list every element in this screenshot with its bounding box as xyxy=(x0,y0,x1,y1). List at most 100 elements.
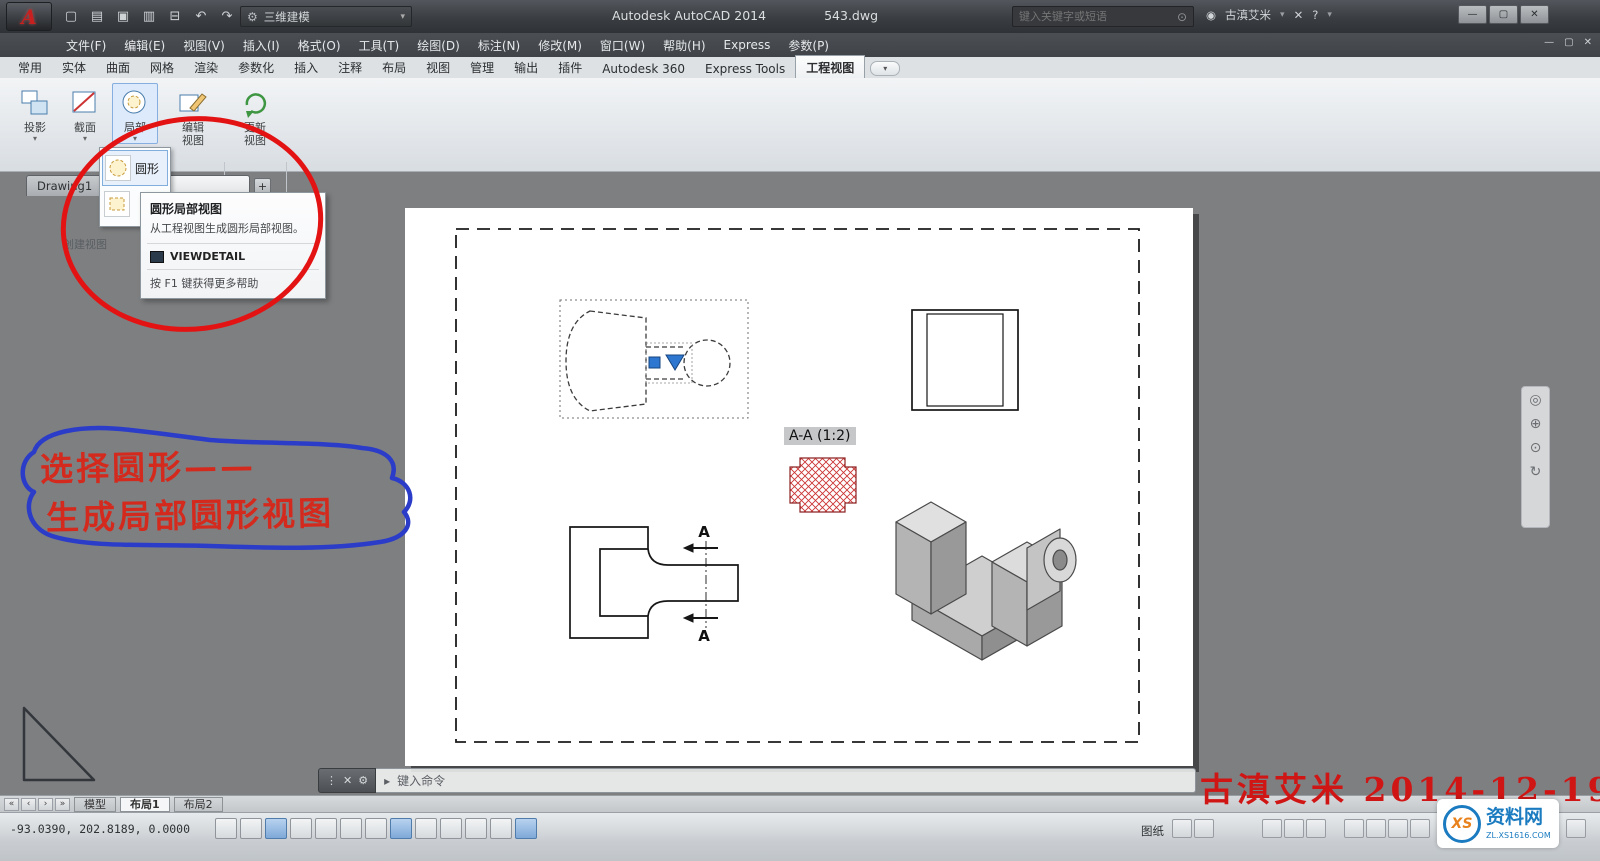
undo-icon[interactable]: ↶ xyxy=(190,6,212,26)
search-icon[interactable]: ⊙ xyxy=(1177,10,1193,24)
menu-edit[interactable]: 编辑(E) xyxy=(116,34,173,57)
tab-annotate[interactable]: 注释 xyxy=(328,56,372,78)
doc-restore-icon[interactable]: ▢ xyxy=(1564,37,1573,48)
menu-file[interactable]: 文件(F) xyxy=(58,34,114,57)
ribbon-minimize-button[interactable]: ▾ xyxy=(870,61,900,76)
orbit-icon[interactable]: ↻ xyxy=(1530,465,1542,480)
redo-icon[interactable]: ↷ xyxy=(216,6,238,26)
menu-insert[interactable]: 插入(I) xyxy=(235,34,288,57)
menu-help[interactable]: 帮助(H) xyxy=(655,34,713,57)
tab-express-tools[interactable]: Express Tools xyxy=(695,59,795,78)
toggle-3d-object-snap[interactable] xyxy=(365,818,387,839)
annotation-scale-icon[interactable] xyxy=(1306,819,1326,838)
paper-space-icon[interactable] xyxy=(1172,819,1192,838)
signed-in-username[interactable]: 古滇艾米 xyxy=(1225,7,1271,23)
new-file-icon[interactable]: ▢ xyxy=(60,6,82,26)
doc-minimize-icon[interactable]: — xyxy=(1544,37,1554,48)
tab-layout[interactable]: 布局 xyxy=(372,56,416,78)
close-button[interactable]: ✕ xyxy=(1520,5,1549,24)
next-layout-icon[interactable]: › xyxy=(38,798,53,811)
quick-view-drawings-icon[interactable] xyxy=(1284,819,1304,838)
quick-view-layouts-icon[interactable] xyxy=(1262,819,1282,838)
projection-view-button[interactable]: 投影 ▾ xyxy=(12,83,58,144)
section-view-label[interactable]: A-A (1:2) xyxy=(784,427,856,445)
update-view-button[interactable]: 更新 视图 xyxy=(230,83,280,148)
toolbar-lock-icon[interactable] xyxy=(1410,819,1430,838)
tab-layout1[interactable]: 布局1 xyxy=(120,797,170,812)
menu-modify[interactable]: 修改(M) xyxy=(530,34,590,57)
drag-grip-icon[interactable]: ⋮ xyxy=(326,774,337,787)
toggle-polar-tracking[interactable] xyxy=(315,818,337,839)
tab-model[interactable]: 模型 xyxy=(74,797,116,812)
minimize-button[interactable]: — xyxy=(1458,5,1487,24)
clean-screen-icon[interactable] xyxy=(1566,819,1586,838)
application-menu-button[interactable]: A xyxy=(6,2,52,31)
toggle-dynamic-ucs[interactable] xyxy=(390,818,412,839)
chevron-down-icon[interactable]: ▾ xyxy=(1327,10,1332,20)
workspace-switching-icon[interactable] xyxy=(1388,819,1408,838)
menu-dimension[interactable]: 标注(N) xyxy=(470,34,528,57)
tab-output[interactable]: 输出 xyxy=(504,56,548,78)
steering-wheel-icon[interactable]: ◎ xyxy=(1529,393,1541,408)
selection-grip-square[interactable] xyxy=(649,357,660,368)
tab-manage[interactable]: 管理 xyxy=(460,56,504,78)
toggle-ortho-mode[interactable] xyxy=(290,818,312,839)
annotation-autoscale-icon[interactable] xyxy=(1366,819,1386,838)
doc-close-icon[interactable]: ✕ xyxy=(1584,37,1592,48)
toggle-dynamic-input[interactable] xyxy=(415,818,437,839)
tab-view[interactable]: 视图 xyxy=(416,56,460,78)
search-input[interactable] xyxy=(1013,10,1177,23)
plot-icon[interactable]: ⊟ xyxy=(164,6,186,26)
menu-format[interactable]: 格式(O) xyxy=(290,34,349,57)
tab-mesh[interactable]: 网格 xyxy=(140,56,184,78)
menu-parametric[interactable]: 参数(P) xyxy=(780,34,837,57)
chevron-down-icon[interactable]: ▾ xyxy=(1280,10,1285,20)
toggle-snap-mode[interactable] xyxy=(240,818,262,839)
tab-surface[interactable]: 曲面 xyxy=(96,56,140,78)
pan-icon[interactable]: ⊕ xyxy=(1530,417,1542,432)
toggle-selection-cycling[interactable] xyxy=(515,818,537,839)
last-layout-icon[interactable]: » xyxy=(55,798,70,811)
paper-model-indicator[interactable]: 图纸 xyxy=(1141,823,1164,839)
edit-view-button[interactable]: 编辑 视图 xyxy=(168,83,218,148)
menu-draw[interactable]: 绘图(D) xyxy=(409,34,468,57)
tab-solid[interactable]: 实体 xyxy=(52,56,96,78)
toggle-quick-properties[interactable] xyxy=(490,818,512,839)
tab-render[interactable]: 渲染 xyxy=(184,56,228,78)
first-layout-icon[interactable]: « xyxy=(4,798,19,811)
toggle-grid-display[interactable] xyxy=(265,818,287,839)
customize-wrench-icon[interactable]: ⚙ xyxy=(358,774,368,787)
exchange-apps-icon[interactable]: ✕ xyxy=(1294,8,1304,22)
prev-layout-icon[interactable]: ‹ xyxy=(21,798,36,811)
workspace-switcher[interactable]: ⚙ 三维建模 ▾ xyxy=(240,6,412,27)
menu-tools[interactable]: 工具(T) xyxy=(351,34,408,57)
menu-express[interactable]: Express xyxy=(716,35,779,55)
maximize-button[interactable]: ▢ xyxy=(1489,5,1518,24)
help-icon[interactable]: ? xyxy=(1312,8,1318,22)
tab-plugins[interactable]: 插件 xyxy=(548,56,592,78)
tab-home[interactable]: 常用 xyxy=(8,56,52,78)
zoom-icon[interactable]: ⊙ xyxy=(1530,441,1542,456)
detail-view-button[interactable]: 局部 ▾ xyxy=(112,83,158,144)
tab-drawing-views[interactable]: 工程视图 xyxy=(795,55,865,78)
menu-window[interactable]: 窗口(W) xyxy=(592,34,653,57)
tab-insert[interactable]: 插入 xyxy=(284,56,328,78)
coordinate-display[interactable]: -93.0390, 202.8189, 0.0000 xyxy=(10,822,190,836)
model-space-icon[interactable] xyxy=(1194,819,1214,838)
toggle-lineweight[interactable] xyxy=(440,818,462,839)
tab-layout2[interactable]: 布局2 xyxy=(174,797,223,812)
save-as-icon[interactable]: ▥ xyxy=(138,6,160,26)
close-icon[interactable]: ✕ xyxy=(343,774,352,787)
toggle-infer-constraints[interactable] xyxy=(215,818,237,839)
tab-autodesk360[interactable]: Autodesk 360 xyxy=(592,59,695,78)
toggle-object-snap[interactable] xyxy=(340,818,362,839)
save-icon[interactable]: ▣ xyxy=(112,6,134,26)
section-view-button[interactable]: 截面 ▾ xyxy=(62,83,108,144)
command-input[interactable]: ▸ 键入命令 xyxy=(376,768,1196,793)
tab-parametric[interactable]: 参数化 xyxy=(228,56,284,78)
drawing-viewport[interactable]: A A xyxy=(405,208,1193,766)
toggle-transparency[interactable] xyxy=(465,818,487,839)
annotation-visibility-icon[interactable] xyxy=(1344,819,1364,838)
open-file-icon[interactable]: ▤ xyxy=(86,6,108,26)
menu-view[interactable]: 视图(V) xyxy=(175,34,233,57)
